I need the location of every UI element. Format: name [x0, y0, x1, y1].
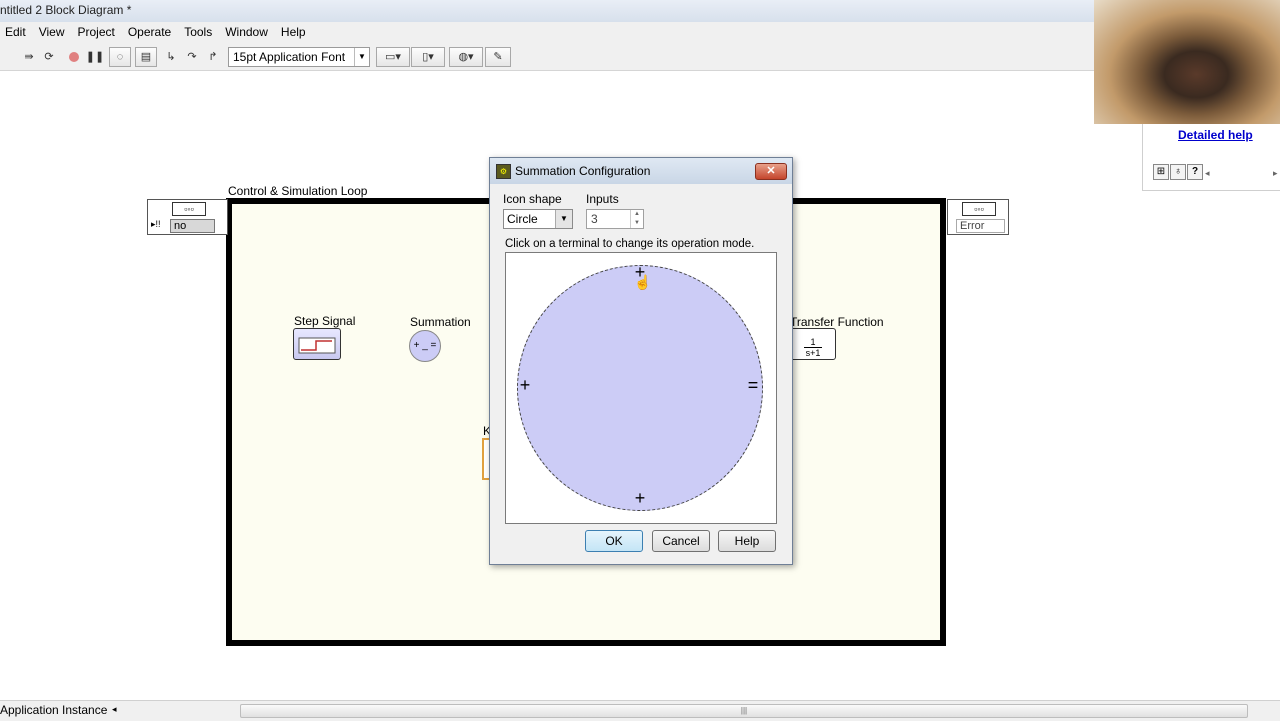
horizontal-scrollbar[interactable]: |||: [240, 704, 1248, 718]
distribute-objects-icon[interactable]: ▯▾: [411, 47, 445, 67]
step-over-icon[interactable]: ↷: [181, 47, 203, 67]
scroll-right-icon[interactable]: ▸: [1273, 168, 1278, 179]
menu-view[interactable]: View: [33, 25, 72, 39]
tf-numerator: 1: [804, 338, 822, 348]
close-button[interactable]: ✕: [755, 163, 787, 180]
spin-arrows-icon[interactable]: ▲ ▼: [630, 210, 643, 228]
menu-project[interactable]: Project: [71, 25, 121, 39]
terminal-right[interactable]: =: [744, 376, 762, 394]
abort-icon[interactable]: [63, 47, 85, 67]
step-waveform-icon: [298, 337, 336, 354]
transfer-function-label: Transfer Function: [790, 315, 884, 329]
title-bar: ntitled 2 Block Diagram *: [0, 0, 1094, 23]
scroll-left-icon[interactable]: ◂: [112, 704, 117, 715]
step-into-icon[interactable]: ↳: [160, 47, 182, 67]
dialog-title: Summation Configuration: [515, 164, 651, 178]
step-out-icon[interactable]: ↱: [202, 47, 224, 67]
font-select[interactable]: 15pt Application Font ▼: [228, 47, 370, 67]
menu-window[interactable]: Window: [219, 25, 275, 39]
summation-node[interactable]: + _ =: [409, 330, 441, 362]
clean-up-diagram-icon[interactable]: ✎: [485, 47, 511, 67]
font-select-value: 15pt Application Font: [233, 50, 346, 64]
instruction-text: Click on a terminal to change its operat…: [505, 238, 755, 250]
dialog-title-bar: ⚙ Summation Configuration ✕: [490, 158, 792, 184]
loop-input-value: no: [170, 219, 215, 233]
app-icon: ⚙: [496, 164, 511, 179]
menu-edit[interactable]: Edit: [0, 25, 33, 39]
menu-tools[interactable]: Tools: [178, 25, 219, 39]
terminal-arrow-icon: ▸!!: [151, 219, 161, 229]
pause-icon[interactable]: ❚❚: [84, 47, 106, 67]
show-optional-terminals-icon[interactable]: ⊞: [1153, 164, 1169, 180]
menu-bar: Edit View Project Operate Tools Window H…: [0, 22, 1094, 42]
loop-output-terminal[interactable]: ▫◦▫ Error: [947, 199, 1009, 235]
cancel-button[interactable]: Cancel: [652, 530, 710, 552]
inputs-stepper[interactable]: 3 ▲ ▼: [586, 209, 644, 229]
cluster-icon: ▫◦▫: [962, 202, 996, 216]
run-arrow-icon[interactable]: ⇛: [18, 47, 40, 67]
icon-shape-select[interactable]: Circle ▼: [503, 209, 573, 229]
summation-configuration-dialog: ⚙ Summation Configuration ✕ Icon shape I…: [489, 157, 793, 565]
ok-button[interactable]: OK: [585, 530, 643, 552]
tf-denominator: s+1: [805, 348, 821, 358]
lock-icon[interactable]: ♁: [1170, 164, 1186, 180]
highlight-execution-icon[interactable]: ◌: [109, 47, 131, 67]
chevron-down-icon: ▼: [354, 48, 369, 66]
help-button[interactable]: Help: [718, 530, 776, 552]
align-objects-icon[interactable]: ▭▾: [376, 47, 410, 67]
retain-wire-values-icon[interactable]: ▤: [135, 47, 157, 67]
window-title: ntitled 2 Block Diagram *: [0, 3, 132, 17]
menu-operate[interactable]: Operate: [122, 25, 178, 39]
step-signal-node[interactable]: [293, 328, 341, 360]
hand-cursor-icon: ☝: [634, 274, 652, 290]
application-instance-label: Application Instance: [0, 703, 108, 717]
summation-circle[interactable]: [517, 265, 763, 511]
loop-input-terminal[interactable]: ▫◦▫ ▸!! no: [147, 199, 228, 235]
loop-output-value: Error: [956, 219, 1005, 233]
toolbar: ⇛ ⟳ ❚❚ ◌ ▤ ↳ ↷ ↱ 15pt Application Font ▼…: [0, 42, 1094, 71]
webcam-image: [1094, 0, 1280, 124]
status-bar: Application Instance ◂ |||: [0, 700, 1280, 721]
chevron-down-icon: ▼: [555, 210, 572, 228]
scroll-left-icon[interactable]: ◂: [1205, 168, 1210, 179]
summation-label: Summation: [410, 315, 471, 329]
reorder-icon[interactable]: ◍▾: [449, 47, 483, 67]
cluster-icon: ▫◦▫: [172, 202, 206, 216]
detailed-help-link[interactable]: Detailed help: [1178, 128, 1253, 142]
inputs-value: 3: [591, 212, 598, 226]
terminal-canvas: + + + =: [505, 252, 777, 524]
icon-shape-value: Circle: [507, 212, 538, 226]
inputs-label: Inputs: [586, 192, 619, 206]
run-continuously-icon[interactable]: ⟳: [38, 47, 60, 67]
terminal-bottom[interactable]: +: [631, 489, 649, 507]
transfer-function-node[interactable]: 1 s+1: [790, 328, 836, 360]
step-signal-label: Step Signal: [294, 314, 356, 328]
help-question-icon[interactable]: ?: [1187, 164, 1203, 180]
context-help-panel: Detailed help ⊞ ♁ ? ◂ ▸: [1142, 124, 1280, 191]
loop-label: Control & Simulation Loop: [228, 184, 368, 198]
terminal-left[interactable]: +: [516, 376, 534, 394]
icon-shape-label: Icon shape: [503, 192, 562, 206]
menu-help[interactable]: Help: [275, 25, 313, 39]
